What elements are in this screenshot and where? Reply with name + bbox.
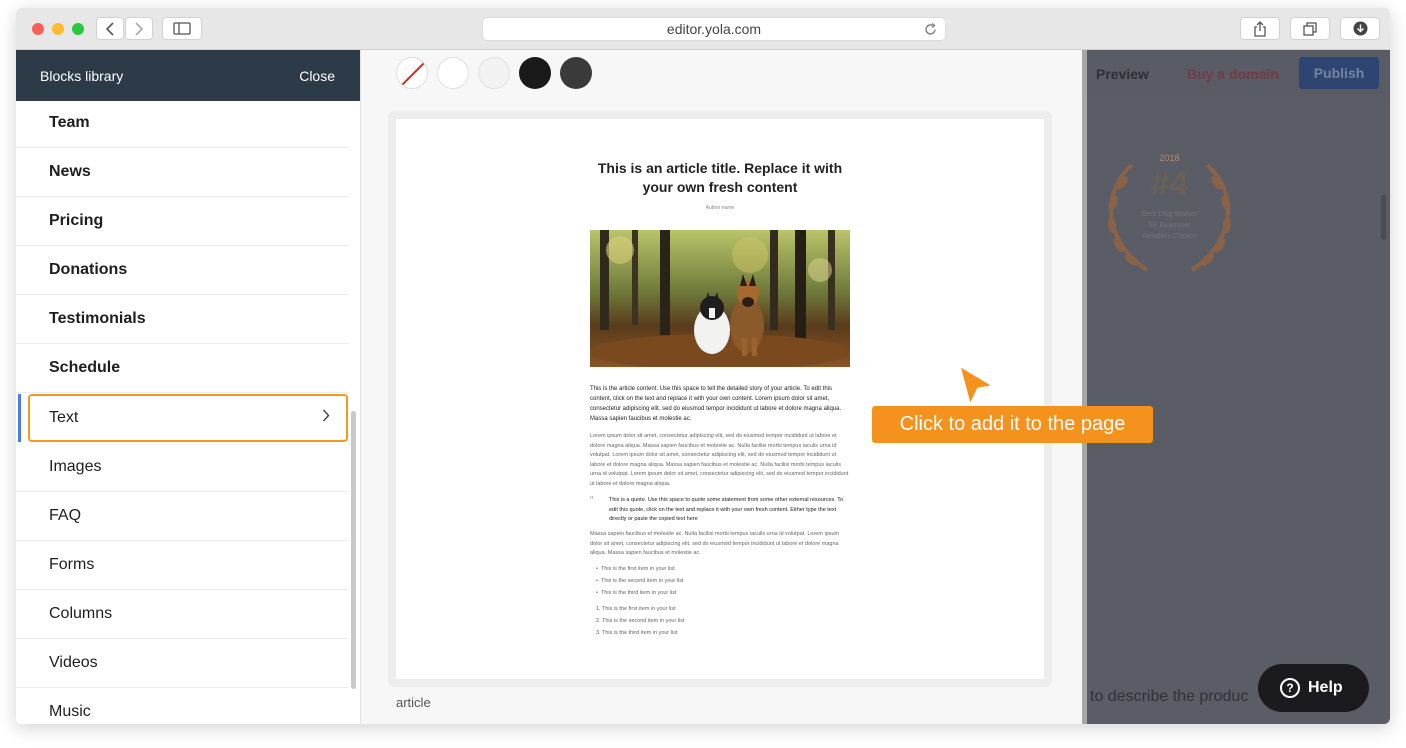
preview-button[interactable]: Preview xyxy=(1096,66,1149,82)
chevron-right-icon xyxy=(135,21,144,36)
library-scrollbar[interactable] xyxy=(351,411,356,689)
library-item-videos[interactable]: Videos xyxy=(16,639,349,688)
pointer-cursor-icon xyxy=(957,363,996,408)
reload-icon[interactable] xyxy=(924,18,937,42)
library-item-schedule[interactable]: Schedule xyxy=(16,344,349,393)
tabs-icon xyxy=(1303,21,1317,36)
award-badge: 2018 #4 Best Dog Walker SF Examiner Read… xyxy=(1087,145,1252,280)
swatch-dark-gray[interactable] xyxy=(560,57,592,89)
badge-year: 2018 xyxy=(1159,153,1180,163)
site-preview-panel: Preview Buy a domain Publish 2018 #4 Bes… xyxy=(1082,50,1390,724)
browser-window: editor.yola.com Blocks library Close Tea… xyxy=(16,8,1390,724)
article-title: This is an article title. Replace it wit… xyxy=(597,160,843,195)
library-item-columns[interactable]: Columns xyxy=(16,590,349,639)
preview-text-snippet: to describe the produc xyxy=(1090,688,1249,705)
library-item-team[interactable]: Team xyxy=(16,101,349,148)
editor-top-bar: Preview Buy a domain Publish xyxy=(1087,50,1390,100)
library-header: Blocks library Close xyxy=(16,50,360,101)
badge-caption-line: SF Examiner xyxy=(1147,220,1192,229)
article-intro-paragraph: This is the article content. Use this sp… xyxy=(590,386,842,422)
forward-button[interactable] xyxy=(125,17,153,40)
no-color-icon xyxy=(401,62,425,86)
help-label: Help xyxy=(1308,679,1343,696)
downloads-button[interactable] xyxy=(1340,17,1380,40)
badge-caption: Best Dog Walker SF Examiner Readers Choi… xyxy=(1087,208,1252,241)
library-item-label: Music xyxy=(49,703,91,720)
library-title: Blocks library xyxy=(40,67,124,84)
question-icon: ? xyxy=(1280,678,1300,698)
library-list: Team News Pricing Donations Testimonials… xyxy=(16,101,349,724)
address-bar[interactable]: editor.yola.com xyxy=(482,17,946,41)
swatch-light-gray[interactable] xyxy=(478,57,510,89)
browser-toolbar: editor.yola.com xyxy=(16,8,1390,50)
url-text: editor.yola.com xyxy=(666,21,762,37)
swatch-white[interactable] xyxy=(437,57,469,89)
numbered-list-item: 3. This is the third item in your list xyxy=(596,630,678,636)
swatch-black[interactable] xyxy=(519,57,551,89)
library-item-label: FAQ xyxy=(49,507,82,524)
library-item-news[interactable]: News xyxy=(16,148,349,197)
tabs-button[interactable] xyxy=(1290,17,1330,40)
library-item-label: Forms xyxy=(49,556,95,573)
blocks-library-panel: Blocks library Close Team News Pricing D… xyxy=(16,50,361,724)
block-name-label: article xyxy=(396,695,431,710)
back-button[interactable] xyxy=(96,17,124,40)
library-item-images[interactable]: Images xyxy=(16,443,349,492)
numbered-list-item: 1. This is the first item in your list xyxy=(596,606,676,612)
library-item-label: Columns xyxy=(49,605,113,622)
library-item-label: Team xyxy=(49,114,90,131)
bullet-list-item: • This is the second item in your list xyxy=(596,578,684,584)
badge-caption-line: Readers Choice xyxy=(1142,231,1197,240)
share-icon xyxy=(1254,20,1266,37)
article-author: Author name xyxy=(705,205,735,211)
chevron-right-icon xyxy=(322,409,330,427)
library-item-music[interactable]: Music xyxy=(16,688,349,724)
library-item-label: News xyxy=(49,163,91,180)
library-item-forms[interactable]: Forms xyxy=(16,541,349,590)
library-item-label: Pricing xyxy=(49,212,104,229)
share-button[interactable] xyxy=(1240,17,1280,40)
library-item-label: Donations xyxy=(49,261,128,278)
publish-button[interactable]: Publish xyxy=(1299,57,1379,89)
close-window-button[interactable] xyxy=(32,23,44,35)
numbered-list-item: 2. This is the second item in your list xyxy=(596,618,685,624)
bullet-list-item: • This is the first item in your list xyxy=(596,566,675,572)
library-item-text[interactable]: Text xyxy=(18,394,348,442)
article-quote: This is a quote. Use this space to quote… xyxy=(609,497,844,522)
help-button[interactable]: ? Help xyxy=(1258,664,1369,712)
preview-scrollbar[interactable] xyxy=(1381,195,1386,240)
library-item-label: Text xyxy=(49,409,79,426)
library-item-faq[interactable]: FAQ xyxy=(16,492,349,541)
sidebar-toggle-button[interactable] xyxy=(162,17,202,40)
article-body-paragraph: Lorem ipsum dolor sit amet, consectetur … xyxy=(590,433,849,487)
close-library-button[interactable]: Close xyxy=(299,68,335,84)
bullet-list-item: • This is the third item in your list xyxy=(596,590,677,596)
library-item-donations[interactable]: Donations xyxy=(16,246,349,295)
library-item-testimonials[interactable]: Testimonials xyxy=(16,295,349,344)
zoom-window-button[interactable] xyxy=(72,23,84,35)
library-item-label: Schedule xyxy=(49,359,121,376)
library-item-label: Testimonials xyxy=(49,310,146,327)
add-block-tooltip: Click to add it to the page xyxy=(872,406,1153,443)
library-item-label: Images xyxy=(49,458,102,475)
article-block-preview: This is an article title. Replace it wit… xyxy=(396,119,1044,679)
library-item-pricing[interactable]: Pricing xyxy=(16,197,349,246)
download-icon xyxy=(1353,21,1367,36)
quote-icon: “ xyxy=(590,495,594,506)
selection-indicator xyxy=(18,394,21,442)
minimize-window-button[interactable] xyxy=(52,23,64,35)
article-block-card[interactable]: This is an article title. Replace it wit… xyxy=(388,111,1052,687)
sidebar-icon xyxy=(173,22,191,35)
article-photo-dogs xyxy=(590,230,850,367)
article-body-paragraph-2: Massa sapien faucibus et molestie ac. Nu… xyxy=(590,531,840,556)
chevron-left-icon xyxy=(105,21,114,36)
badge-caption-line: Best Dog Walker xyxy=(1141,209,1198,218)
buy-domain-button[interactable]: Buy a domain xyxy=(1187,66,1279,82)
badge-rank: #4 xyxy=(1150,165,1189,203)
swatch-none[interactable] xyxy=(396,57,428,89)
library-item-label: Videos xyxy=(49,654,98,671)
